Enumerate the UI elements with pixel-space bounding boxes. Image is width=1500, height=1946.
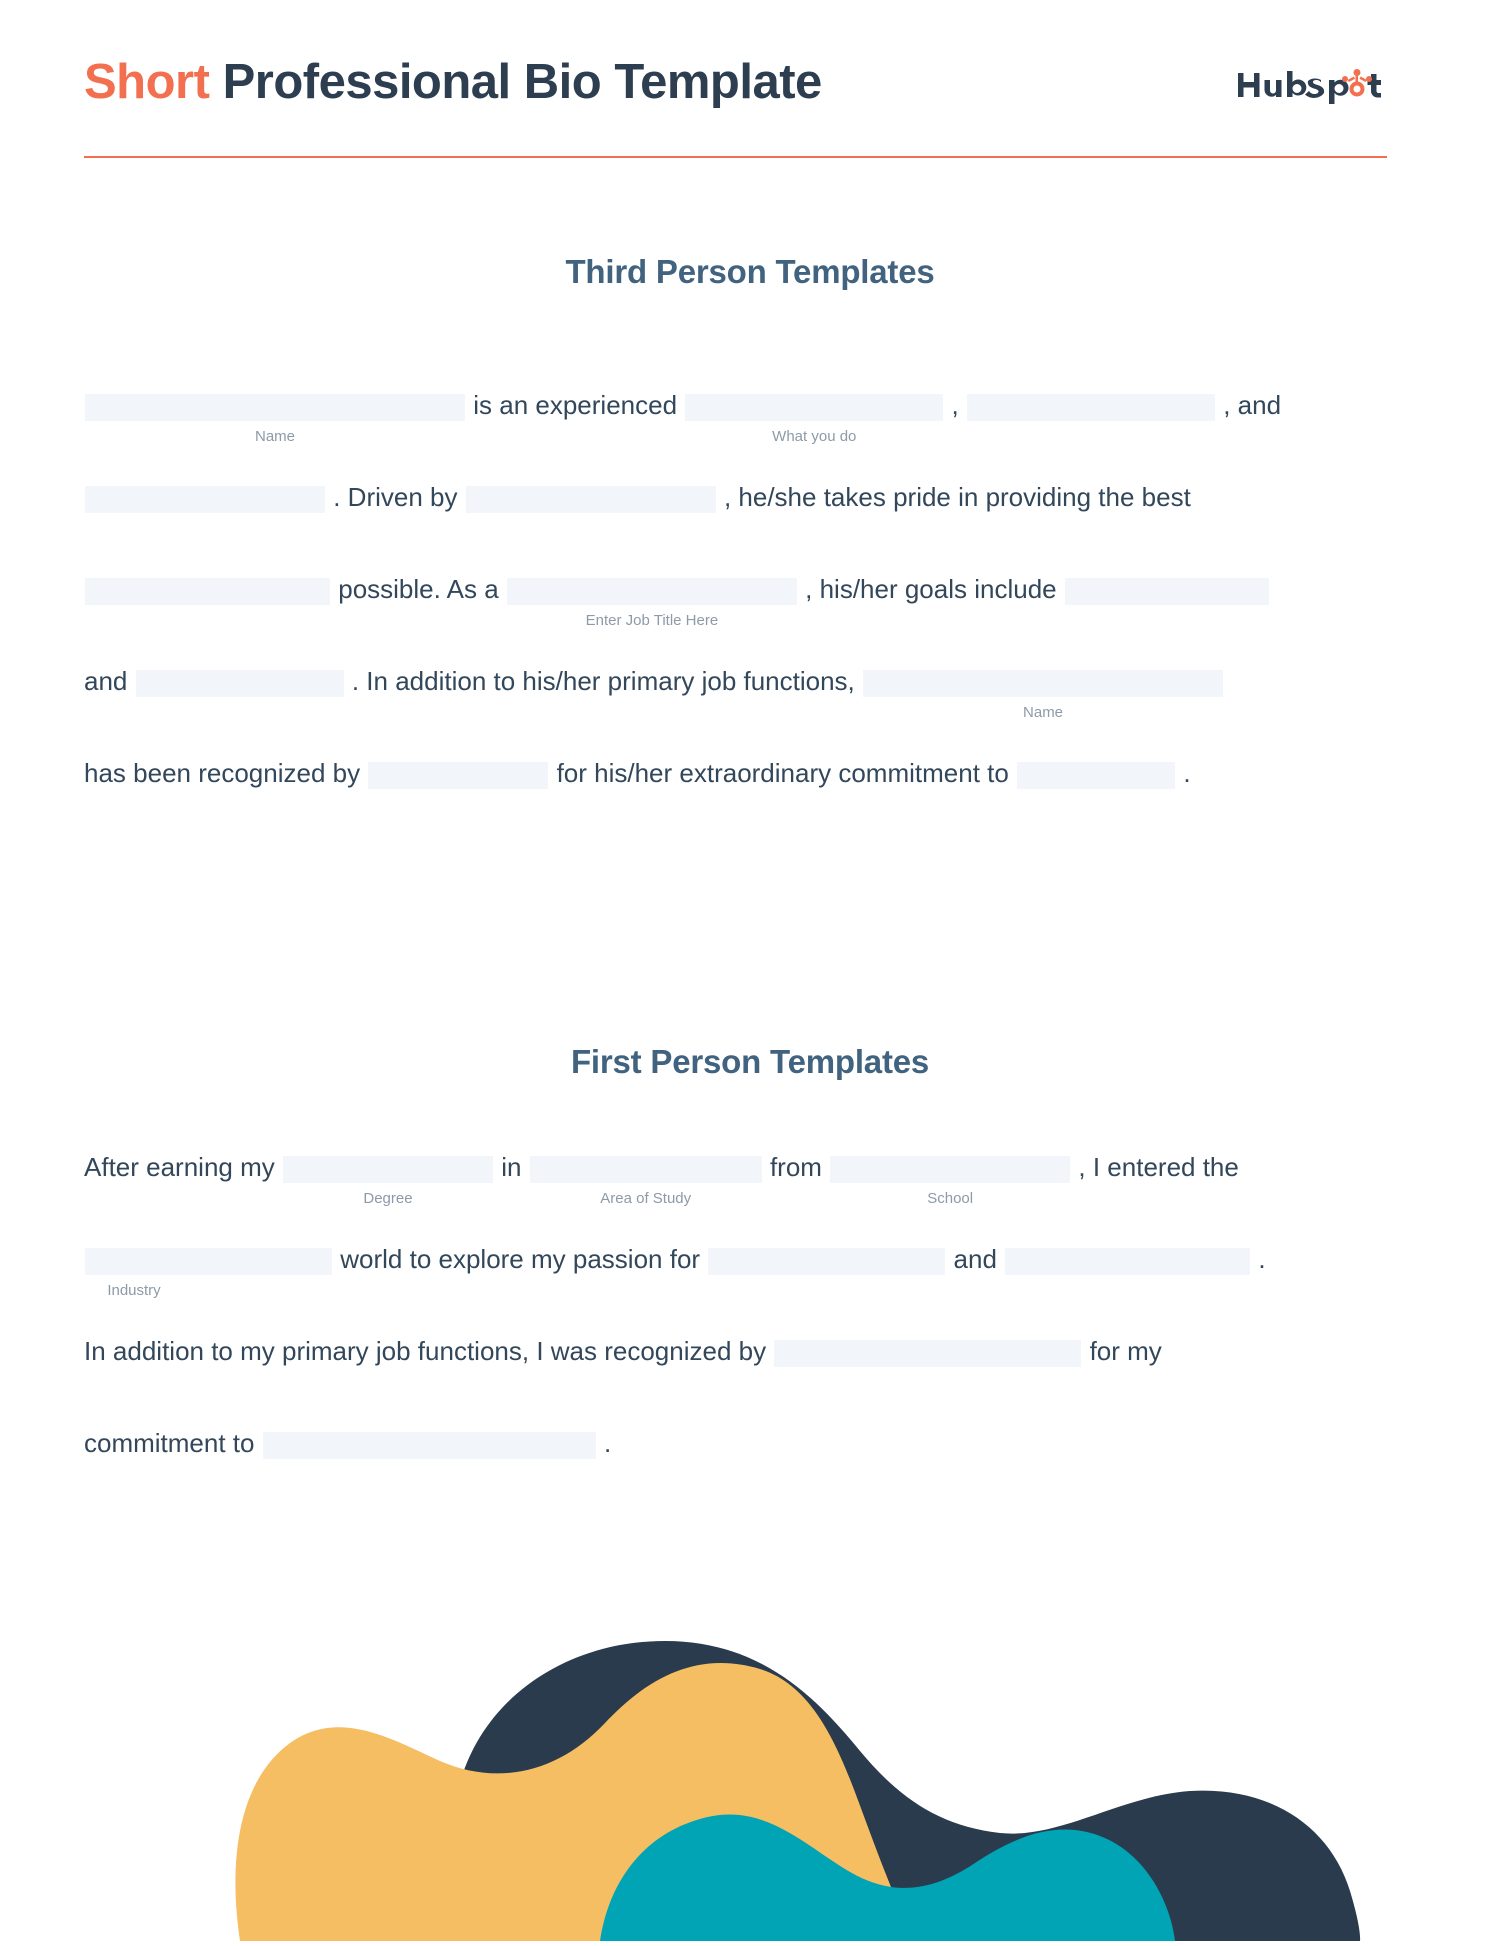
document-header: Short Professional Bio Template [84,40,1387,150]
template-line: Industry world to explore my passion for… [84,1242,1404,1299]
blank-field-deliverable-wrap [84,572,331,606]
blank-label-degree: Degree [363,1190,413,1207]
template-line: commitment to . [84,1426,1404,1460]
static-text: for my [1089,1336,1162,1366]
blank-field-area-of-study-wrap: Area of Study [529,1150,763,1207]
blank-field-adjective[interactable] [966,393,1215,421]
blank-field-school[interactable] [830,1155,1071,1183]
blank-field-goal-1[interactable] [1064,577,1269,605]
blank-label-job-title: Enter Job Title Here [585,612,719,629]
static-text: , he/she takes pride in providing the be… [723,482,1191,512]
blank-field-motivation[interactable] [465,485,716,513]
template-line: After earning my Degree in Area of Study… [84,1150,1404,1207]
blank-field-commitment-fp-wrap [262,1426,597,1460]
static-text: for his/her extraordinary commitment to [556,758,1009,788]
static-text-in: in [501,1152,522,1182]
blank-field-name-2-wrap: Name [862,664,1224,721]
static-text: After earning my [84,1152,275,1182]
blank-label-industry: Industry [107,1282,161,1299]
blank-field-passion-1[interactable] [708,1247,946,1275]
blank-field-recognizer-fp[interactable] [774,1339,1082,1367]
blank-field-what-you-do[interactable] [685,393,944,421]
static-text-period: . [1183,758,1191,788]
template-line: In addition to my primary job functions,… [84,1334,1404,1368]
title-main-text: Professional Bio Template [222,55,823,109]
blank-field-what-you-do-wrap: What you do [684,388,944,445]
template-line: . Driven by , he/she takes pride in prov… [84,480,1404,514]
blank-field-recognizer-wrap [367,756,549,790]
blank-field-school-wrap: School [829,1150,1071,1207]
blank-field-commitment[interactable] [1017,761,1176,789]
blank-field-job-title-wrap: Enter Job Title Here [506,572,798,629]
blank-field-passion-1-wrap [707,1242,946,1276]
blank-field-commitment-wrap [1016,756,1176,790]
static-text: , his/her goals include [805,574,1057,604]
blank-field-goal-2-wrap [135,664,345,698]
section-heading-first-person: First Person Templates [570,1043,930,1080]
blank-label-area-of-study: Area of Study [600,1190,692,1207]
title-accent-word: Short [84,55,210,109]
section-heading-third-person: Third Person Templates [565,253,935,290]
third-person-template: Name is an experienced What you do , , a… [84,388,1404,790]
static-text-period: . [603,1428,612,1458]
blank-field-industry-wrap: Industry [84,1242,333,1299]
static-text: , I entered the [1078,1152,1239,1182]
static-text-and: , and [1223,390,1282,420]
blank-field-deliverable[interactable] [85,577,330,605]
blank-field-goal-1-wrap [1064,572,1270,606]
blank-field-adjective-wrap [966,388,1216,422]
static-text-from: from [769,1152,822,1182]
blank-field-degree[interactable] [282,1155,493,1183]
static-text: . Driven by [333,482,458,512]
static-text: and [84,666,128,696]
blank-field-motivation-wrap [465,480,717,514]
blank-field-industry[interactable] [85,1247,332,1275]
blank-field-name-1-wrap: Name [84,388,466,445]
static-text: world to explore my passion for [340,1244,701,1274]
blank-field-recognizer[interactable] [368,761,549,789]
blank-label-name-2: Name [1023,704,1064,721]
header-divider [84,156,1387,158]
static-text-period: . [1258,1244,1266,1274]
static-text-and: and [953,1244,997,1274]
blank-field-area-of-study[interactable] [529,1155,762,1183]
decorative-blobs [0,1611,1500,1941]
static-text: . In addition to his/her primary job fun… [351,666,855,696]
static-text: possible. As a [338,574,499,604]
static-text: In addition to my primary job functions,… [84,1336,767,1366]
blank-field-passion-2-wrap [1004,1242,1251,1276]
blank-field-commitment-fp[interactable] [262,1431,596,1459]
document-page: Short Professional Bio Template Third Pe… [0,0,1500,1941]
first-person-template: After earning my Degree in Area of Study… [84,1150,1404,1460]
blank-field-trait-wrap [84,480,326,514]
blank-field-trait[interactable] [85,485,325,513]
blank-field-job-title[interactable] [506,577,797,605]
blank-label-school: School [927,1190,974,1207]
static-text-comma: , [951,390,959,420]
template-line: possible. As a Enter Job Title Here , hi… [84,572,1404,629]
blank-label-what-you-do: What you do [772,428,857,445]
blank-field-name-1[interactable] [85,393,465,421]
blank-field-goal-2[interactable] [135,669,344,697]
blank-field-degree-wrap: Degree [282,1150,494,1207]
page-title: Short Professional Bio Template [84,54,822,110]
template-line: and . In addition to his/her primary job… [84,664,1404,721]
static-text: commitment to [84,1428,255,1458]
static-text: has been recognized by [84,758,361,788]
template-line: Name is an experienced What you do , , a… [84,388,1404,445]
static-text: is an experienced [473,390,678,420]
blank-field-passion-2[interactable] [1005,1247,1251,1275]
blank-field-name-2[interactable] [863,669,1224,697]
hubspot-logo [1237,64,1387,106]
blank-field-recognizer-fp-wrap [773,1334,1082,1368]
blank-label-name-1: Name [254,428,295,445]
template-line: has been recognized by for his/her extra… [84,756,1404,790]
